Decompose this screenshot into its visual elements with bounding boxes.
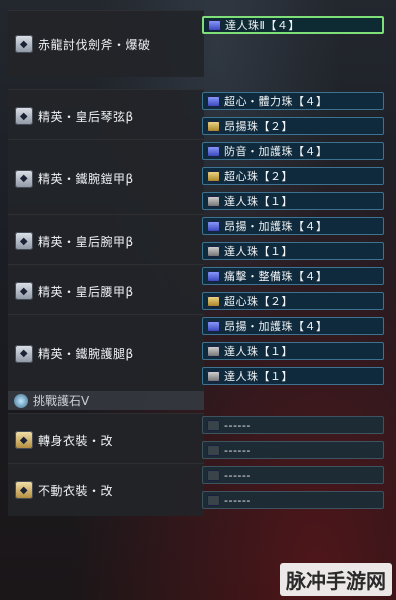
decoration-slot[interactable]: 昂揚・加護珠【４】 bbox=[202, 317, 384, 335]
decoration-slot[interactable]: 痛擊・整備珠【４】 bbox=[202, 267, 384, 285]
decoration-slot[interactable]: 防音・加護珠【４】 bbox=[202, 142, 384, 160]
decoration-gem-icon bbox=[207, 444, 220, 456]
equipment-row[interactable]: ◆ 精英・皇后腰甲β bbox=[8, 264, 204, 317]
decoration-gem-icon bbox=[207, 419, 220, 431]
decoration-gem-icon bbox=[207, 195, 220, 207]
equipment-row[interactable]: ◆ 精英・鐵腕鎧甲β bbox=[8, 139, 204, 217]
decoration-list: ◆ 赤龍討伐劍斧・爆破 達人珠Ⅱ【４】 ◆ 精英・皇后琴弦β 超心・體力珠【４】 昂揚珠【２… bbox=[0, 0, 396, 600]
decoration-label: 昂揚珠【２】 bbox=[224, 120, 293, 133]
mantle-icon: ◆ bbox=[15, 431, 33, 449]
equipment-row[interactable]: ◆ 轉身衣裝・改 bbox=[8, 413, 204, 466]
arm-armor-icon: ◆ bbox=[15, 232, 33, 250]
charm-name: 挑戰護石Ⅴ bbox=[33, 394, 90, 408]
decoration-gem-icon bbox=[207, 320, 220, 332]
equipment-name: 轉身衣裝・改 bbox=[38, 433, 114, 448]
decoration-label: 達人珠【１】 bbox=[224, 370, 293, 383]
equipment-row[interactable]: ◆ 精英・鐵腕護腿β bbox=[8, 314, 204, 392]
decoration-label: ------ bbox=[224, 418, 251, 432]
decoration-gem-icon bbox=[207, 170, 220, 182]
chest-armor-icon: ◆ bbox=[15, 169, 33, 188]
decoration-slot[interactable]: 達人珠【１】 bbox=[202, 242, 384, 260]
decoration-slot[interactable]: 達人珠Ⅱ【４】 bbox=[202, 16, 384, 34]
decoration-gem-icon bbox=[207, 469, 220, 481]
decoration-slot[interactable]: 昂揚・加護珠【４】 bbox=[202, 217, 384, 235]
decoration-slot[interactable]: 達人珠【１】 bbox=[202, 367, 384, 385]
decoration-slot[interactable]: ------ bbox=[202, 416, 384, 434]
decoration-slot[interactable]: ------ bbox=[202, 466, 384, 484]
decoration-gem-icon bbox=[207, 245, 220, 257]
decoration-slot[interactable]: 超心珠【２】 bbox=[202, 167, 384, 185]
helmet-icon: ◆ bbox=[15, 107, 33, 125]
decoration-gem-icon bbox=[207, 295, 220, 307]
decoration-label: 達人珠【１】 bbox=[224, 345, 293, 358]
charm-icon bbox=[14, 393, 28, 408]
equipment-name: 精英・鐵腕護腿β bbox=[38, 347, 134, 361]
decoration-gem-icon bbox=[207, 494, 220, 506]
equipment-row[interactable]: ◆ 精英・皇后琴弦β bbox=[8, 89, 204, 142]
decoration-slot[interactable]: 超心・體力珠【４】 bbox=[202, 92, 384, 110]
decoration-gem-icon bbox=[207, 370, 220, 382]
decoration-label: ------ bbox=[224, 443, 251, 457]
decoration-gem-icon bbox=[207, 345, 220, 357]
decoration-label: 昂揚・加護珠【４】 bbox=[224, 220, 328, 233]
equipment-row[interactable]: ◆ 精英・皇后腕甲β bbox=[8, 214, 204, 267]
decoration-label: 超心珠【２】 bbox=[224, 295, 293, 308]
equipment-name: 赤龍討伐劍斧・爆破 bbox=[38, 37, 151, 52]
equipment-row[interactable]: ◆ 不動衣裝・改 bbox=[8, 463, 204, 516]
decoration-gem-icon bbox=[207, 220, 220, 232]
decoration-label: 達人珠【１】 bbox=[224, 245, 293, 258]
decoration-label: 達人珠Ⅱ【４】 bbox=[225, 19, 300, 32]
decoration-label: ------ bbox=[224, 468, 251, 482]
decoration-label: ------ bbox=[224, 493, 251, 507]
equipment-name: 精英・皇后腰甲β bbox=[38, 284, 134, 299]
decoration-slot[interactable]: 昂揚珠【２】 bbox=[202, 117, 384, 135]
mantle-icon: ◆ bbox=[15, 481, 33, 499]
watermark: 脉冲手游网 bbox=[280, 563, 392, 596]
decoration-label: 痛擊・整備珠【４】 bbox=[224, 270, 328, 283]
decoration-slot[interactable]: 超心珠【２】 bbox=[202, 292, 384, 310]
decoration-gem-icon bbox=[208, 19, 221, 31]
decoration-gem-icon bbox=[207, 120, 220, 132]
decoration-slot[interactable]: ------ bbox=[202, 441, 384, 459]
decoration-label: 超心・體力珠【４】 bbox=[224, 95, 328, 108]
decoration-label: 昂揚・加護珠【４】 bbox=[224, 320, 328, 333]
sword-axe-icon: ◆ bbox=[15, 35, 33, 53]
charm-row[interactable]: 挑戰護石Ⅴ bbox=[8, 391, 204, 410]
equipment-name: 精英・皇后腕甲β bbox=[38, 234, 134, 249]
decoration-gem-icon bbox=[207, 95, 220, 107]
decoration-label: 達人珠【１】 bbox=[224, 195, 293, 208]
leg-armor-icon: ◆ bbox=[15, 344, 33, 363]
equipment-name: 精英・皇后琴弦β bbox=[38, 109, 134, 124]
decoration-slot[interactable]: ------ bbox=[202, 491, 384, 509]
decoration-slot[interactable]: 達人珠【１】 bbox=[202, 192, 384, 210]
equipment-row[interactable]: ◆ 赤龍討伐劍斧・爆破 bbox=[8, 10, 204, 77]
decoration-label: 超心珠【２】 bbox=[224, 170, 293, 183]
equipment-name: 精英・鐵腕鎧甲β bbox=[38, 172, 134, 186]
decoration-slot[interactable]: 達人珠【１】 bbox=[202, 342, 384, 360]
equipment-name: 不動衣裝・改 bbox=[38, 483, 114, 498]
waist-armor-icon: ◆ bbox=[15, 282, 33, 300]
decoration-label: 防音・加護珠【４】 bbox=[224, 145, 328, 158]
decoration-gem-icon bbox=[207, 145, 220, 157]
decoration-gem-icon bbox=[207, 270, 220, 282]
